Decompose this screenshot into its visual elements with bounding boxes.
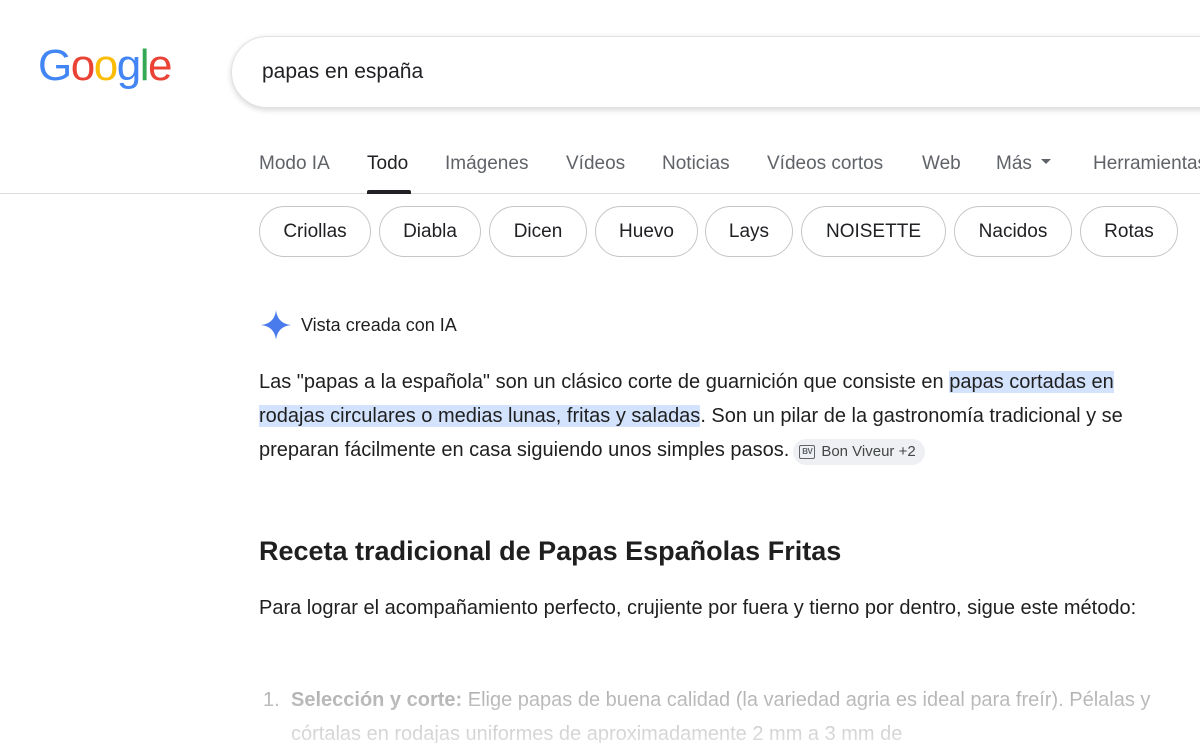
chip-nacidos[interactable]: Nacidos: [954, 206, 1072, 257]
logo-letter-g: G: [38, 41, 72, 90]
recipe-steps: 1. Selección y corte: Elige papas de bue…: [259, 683, 1159, 743]
tab-videos-cortos[interactable]: Vídeos cortos: [767, 153, 883, 175]
chip-dicen[interactable]: Dicen: [489, 206, 587, 257]
step-number: 1.: [263, 689, 280, 711]
step-body: Selección y corte: Elige papas de buena …: [291, 683, 1159, 743]
tab-web[interactable]: Web: [922, 153, 961, 175]
chip-rotas[interactable]: Rotas: [1080, 206, 1178, 257]
source-chip[interactable]: BV Bon Viveur +2: [793, 439, 925, 465]
search-tabs: Modo IA Todo Imágenes Vídeos Noticias Ví…: [0, 140, 1200, 194]
logo-letter-e: e: [147, 41, 172, 90]
chip-diabla[interactable]: Diabla: [379, 206, 481, 257]
tab-imagenes[interactable]: Imágenes: [445, 153, 528, 175]
overview-text-start: Las "papas a la española" son un clásico…: [259, 371, 950, 393]
logo-letter-g2: g: [116, 41, 141, 90]
tab-modo-ia[interactable]: Modo IA: [259, 153, 330, 175]
ai-overview-title: Vista creada con IA: [301, 314, 457, 335]
search-box[interactable]: [231, 36, 1200, 108]
tab-herramientas[interactable]: Herramientas: [1093, 153, 1200, 175]
search-input[interactable]: [262, 37, 1162, 107]
active-tab-indicator: [367, 190, 411, 194]
source-chip-label: Bon Viveur +2: [821, 443, 916, 460]
chip-huevo[interactable]: Huevo: [595, 206, 698, 257]
tab-todo[interactable]: Todo: [367, 153, 408, 175]
chip-lays[interactable]: Lays: [705, 206, 793, 257]
tab-noticias[interactable]: Noticias: [662, 153, 730, 175]
chevron-down-icon: [1040, 159, 1051, 165]
tab-mas[interactable]: Más: [996, 153, 1051, 175]
recipe-intro: Para lograr el acompañamiento perfecto, …: [259, 597, 1137, 619]
tab-mas-label: Más: [996, 153, 1032, 174]
ai-overview-text: Las "papas a la española" son un clásico…: [259, 365, 1139, 467]
logo-letter-o2: o: [93, 41, 118, 90]
logo-letter-o1: o: [70, 41, 95, 90]
logo-letter-l: l: [139, 41, 150, 90]
recipe-heading: Receta tradicional de Papas Españolas Fr…: [259, 536, 842, 566]
chip-criollas[interactable]: Criollas: [259, 206, 371, 257]
ai-overview-header: Vista creada con IA: [259, 307, 457, 343]
sparkle-icon: [261, 310, 291, 340]
google-logo[interactable]: Google: [38, 41, 172, 90]
tab-videos[interactable]: Vídeos: [566, 153, 625, 175]
list-item: 1. Selección y corte: Elige papas de bue…: [259, 683, 1159, 743]
chip-noisette[interactable]: NOISETTE: [801, 206, 946, 257]
bon-viveur-icon: BV: [799, 445, 816, 459]
step-title: Selección y corte:: [291, 689, 463, 711]
